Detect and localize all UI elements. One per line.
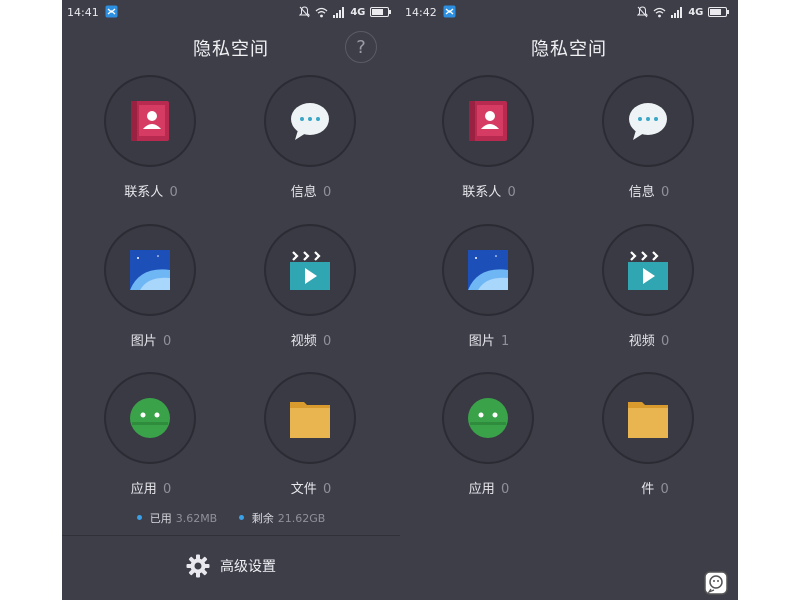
android-app-icon xyxy=(468,398,508,438)
video-icon xyxy=(628,251,668,290)
files-ring xyxy=(264,372,356,464)
messages-ring xyxy=(264,75,356,167)
videos-count: 0 xyxy=(322,334,332,349)
apps-tile[interactable]: 应用 0 xyxy=(91,372,211,522)
apps-ring xyxy=(442,372,534,464)
pictures-tile[interactable]: 图片 0 xyxy=(91,224,211,374)
contacts-tile[interactable]: 联系人 0 xyxy=(91,75,211,225)
messages-tile[interactable]: 信息 0 xyxy=(251,75,371,225)
videos-tile[interactable]: 视频 0 xyxy=(589,224,709,374)
signal-icon xyxy=(671,6,683,18)
messages-label: 信息 0 xyxy=(290,185,332,200)
apps-count: 0 xyxy=(162,482,172,497)
wifi-icon xyxy=(653,7,666,17)
apps-label: 应用 0 xyxy=(130,482,172,497)
messages-label: 信息 0 xyxy=(628,185,670,200)
folder-icon xyxy=(290,402,330,438)
video-icon xyxy=(290,251,330,290)
contacts-label: 联系人 0 xyxy=(462,185,516,200)
mute-bell-icon xyxy=(299,6,311,18)
picture-icon xyxy=(130,250,170,290)
contacts-count: 0 xyxy=(507,185,516,200)
folder-icon xyxy=(628,402,668,438)
apps-label: 应用 0 xyxy=(468,482,510,497)
network-type: 4G xyxy=(688,6,703,18)
status-time: 14:42 xyxy=(405,6,437,19)
network-type: 4G xyxy=(350,6,365,18)
advanced-settings-button[interactable]: 高级设置 xyxy=(62,550,400,582)
contacts-book-icon xyxy=(131,101,169,141)
contacts-tile[interactable]: 联系人 0 xyxy=(429,75,549,225)
battery-icon xyxy=(370,7,391,17)
messages-ring xyxy=(602,75,694,167)
files-tile[interactable]: 文件 0 xyxy=(251,372,371,522)
message-bubble-icon xyxy=(629,103,667,140)
free-dot xyxy=(238,515,244,520)
messages-count: 0 xyxy=(322,185,332,200)
divider xyxy=(62,535,400,536)
signal-icon xyxy=(333,6,345,18)
contacts-count: 0 xyxy=(169,185,178,200)
help-button[interactable]: ? xyxy=(345,31,377,63)
storage-info: 已用 3.62MB 剩余 21.62GB xyxy=(62,510,400,526)
used-dot xyxy=(136,515,142,520)
status-bar: 14:42 4G xyxy=(400,0,738,24)
contacts-ring xyxy=(442,75,534,167)
notification-app-icon xyxy=(443,5,456,18)
status-time: 14:41 xyxy=(67,6,99,19)
picture-icon xyxy=(468,250,508,290)
contacts-label: 联系人 0 xyxy=(124,185,178,200)
apps-tile[interactable]: 应用 0 xyxy=(429,372,549,522)
apps-ring xyxy=(104,372,196,464)
contacts-ring xyxy=(104,75,196,167)
pictures-label: 图片 1 xyxy=(468,334,510,349)
used-value: 3.62MB xyxy=(175,512,218,525)
pictures-ring xyxy=(104,224,196,316)
apps-count: 0 xyxy=(500,482,510,497)
android-app-icon xyxy=(130,398,170,438)
pictures-count: 0 xyxy=(162,334,172,349)
message-bubble-icon xyxy=(291,103,329,140)
videos-label: 视频 0 xyxy=(628,334,670,349)
pictures-count: 1 xyxy=(500,334,510,349)
mute-bell-icon xyxy=(637,6,649,18)
videos-ring xyxy=(602,224,694,316)
contacts-book-icon xyxy=(469,101,507,141)
files-count: 0 xyxy=(660,482,669,497)
gear-icon xyxy=(186,554,210,578)
pictures-ring xyxy=(442,224,534,316)
pictures-label: 图片 0 xyxy=(130,334,172,349)
files-ring xyxy=(602,372,694,464)
files-tile[interactable]: 件 0 xyxy=(589,372,709,522)
notification-app-icon xyxy=(105,5,118,18)
help-icon: ? xyxy=(356,36,366,58)
right-phone-screen: 14:42 4G 隐私空间 联系人 0 信息 0 图片 1 视频 0 应用 0 … xyxy=(400,0,738,600)
left-phone-screen: 14:41 4G 隐私空间 ? 联系人 0 信息 0 图片 0 视频 0 应用 … xyxy=(62,0,400,600)
videos-ring xyxy=(264,224,356,316)
wifi-icon xyxy=(315,7,328,17)
videos-tile[interactable]: 视频 0 xyxy=(251,224,371,374)
files-label: 件 0 xyxy=(641,482,669,497)
pictures-tile[interactable]: 图片 1 xyxy=(429,224,549,374)
files-label: 文件 0 xyxy=(290,482,332,497)
files-count: 0 xyxy=(322,482,332,497)
videos-count: 0 xyxy=(660,334,670,349)
status-bar: 14:41 4G xyxy=(62,0,400,24)
messages-count: 0 xyxy=(660,185,670,200)
battery-icon xyxy=(708,7,729,17)
messages-tile[interactable]: 信息 0 xyxy=(589,75,709,225)
videos-label: 视频 0 xyxy=(290,334,332,349)
free-value: 21.62GB xyxy=(277,512,326,525)
advanced-settings-label: 高级设置 xyxy=(220,559,276,575)
page-title: 隐私空间 xyxy=(531,39,607,60)
watermark-logo-icon xyxy=(704,571,728,595)
